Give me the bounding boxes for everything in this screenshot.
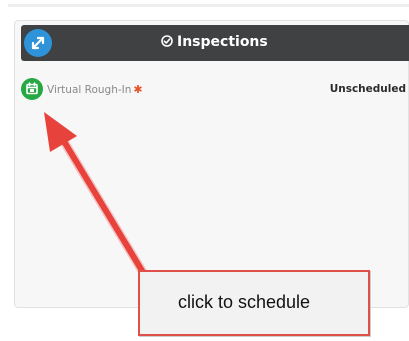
calendar-icon [26,82,38,95]
expand-button[interactable] [24,29,52,57]
inspections-panel: Inspections Virtual Rough-In ✱ Unschedule… [14,20,409,308]
inspection-status: Unscheduled [329,83,406,95]
panel-header: Inspections [21,25,409,61]
check-circle-icon [161,35,173,47]
panel-title: Inspections [161,34,268,50]
inspection-name: Virtual Rough-In ✱ [47,83,143,96]
callout-text: click to schedule [178,292,311,312]
required-asterisk-icon: ✱ [133,83,143,96]
panel-title-text: Inspections [177,34,268,50]
schedule-calendar-button[interactable] [21,78,43,100]
top-divider [8,4,409,7]
screenshot-stage: Inspections Virtual Rough-In ✱ Unschedule… [0,0,409,341]
expand-arrows-icon [31,36,45,50]
inspection-name-text: Virtual Rough-In [47,84,132,96]
inspection-row: Virtual Rough-In ✱ Unscheduled [21,78,409,102]
annotation-callout: click to schedule [138,270,370,336]
